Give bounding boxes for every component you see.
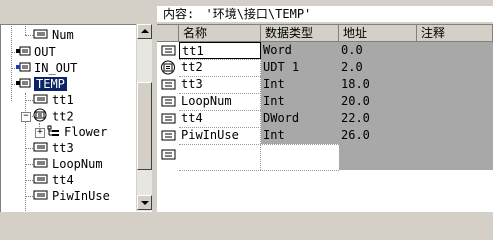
tree-item-tt2[interactable]: tt2 xyxy=(33,108,74,124)
tree-item-label: Num xyxy=(52,28,74,42)
cell-type[interactable]: UDT 1 xyxy=(261,59,339,76)
variable-icon xyxy=(157,76,179,93)
cell-name[interactable]: tt1 xyxy=(179,42,261,59)
tree-item-label: Flower xyxy=(64,125,108,139)
declaration-table[interactable]: 名称 数据类型 地址 注释 tt1 Word 0.0 tt2 UDT 1 2.0… xyxy=(157,24,493,212)
tree-item-num[interactable]: Num xyxy=(33,27,74,43)
cell-address: 26.0 xyxy=(341,128,370,142)
cell-type[interactable]: DWord xyxy=(261,110,339,127)
variable-icon xyxy=(157,110,179,127)
expand-toggle[interactable]: + xyxy=(35,128,45,138)
variable-icon xyxy=(33,173,49,189)
variable-icon xyxy=(157,42,179,59)
tree-item-tt4[interactable]: tt4 xyxy=(33,172,74,188)
scroll-down-button[interactable] xyxy=(137,195,152,210)
tree-item-label: tt1 xyxy=(52,93,74,107)
tree-vertical-scrollbar[interactable] xyxy=(136,24,153,211)
variable-icon xyxy=(157,93,179,110)
cell-name[interactable]: tt2 xyxy=(179,59,261,76)
temp-declaration-icon xyxy=(15,77,31,93)
table-gray-area xyxy=(339,144,493,170)
tree-item-flower[interactable]: Flower xyxy=(47,124,107,140)
tree-item-label: OUT xyxy=(34,45,56,59)
cell-address: 2.0 xyxy=(341,60,363,74)
new-row-icon xyxy=(157,146,179,163)
udt-struct-icon xyxy=(157,59,179,76)
tree-item-tt3[interactable]: tt3 xyxy=(33,140,74,156)
variable-icon xyxy=(33,93,49,109)
cell-type[interactable]: Int xyxy=(261,127,339,144)
interface-editor: Num OUT IN_OUT TEMP tt1 − tt2 + Flower t… xyxy=(0,0,493,214)
chevron-up-icon xyxy=(141,29,149,33)
row-header-corner xyxy=(157,25,179,42)
content-path: '环境\接口\TEMP' xyxy=(205,7,312,21)
content-label: 内容: xyxy=(163,7,195,21)
tree-item-label: LoopNum xyxy=(52,157,103,171)
tree-item-temp[interactable]: TEMP xyxy=(15,76,67,92)
cell-address: 0.0 xyxy=(341,43,363,57)
cell-address: 22.0 xyxy=(341,111,370,125)
tree-item-piwinuse[interactable]: PiwInUse xyxy=(33,188,110,204)
cell-name[interactable]: tt3 xyxy=(179,76,261,93)
tree-item-label: tt4 xyxy=(52,173,74,187)
tree-item-label-selected: TEMP xyxy=(34,77,67,91)
scroll-thumb[interactable] xyxy=(137,82,152,170)
tree-item-out[interactable]: OUT xyxy=(15,44,56,60)
variable-icon xyxy=(33,157,49,173)
tree-item-label: IN_OUT xyxy=(34,61,78,75)
cell-address: 18.0 xyxy=(341,77,370,91)
tree-item-label: tt3 xyxy=(52,141,74,155)
variable-icon xyxy=(33,28,49,44)
collapse-toggle[interactable]: − xyxy=(21,112,31,122)
variable-icon xyxy=(33,141,49,157)
cell-type[interactable]: Int xyxy=(261,93,339,110)
struct-icon xyxy=(47,125,61,141)
cell-name[interactable]: tt4 xyxy=(179,110,261,127)
scroll-up-button[interactable] xyxy=(137,24,152,39)
tree-item-tt1[interactable]: tt1 xyxy=(33,92,74,108)
cell-address: 20.0 xyxy=(341,94,370,108)
column-header-address[interactable]: 地址 xyxy=(339,25,417,42)
column-header-name[interactable]: 名称 xyxy=(179,25,261,42)
cell-type[interactable]: Word xyxy=(261,42,339,59)
cell-name[interactable]: LoopNum xyxy=(179,93,261,110)
content-path-bar: 内容: '环境\接口\TEMP' xyxy=(157,6,493,22)
cell-name[interactable]: PiwInUse xyxy=(179,127,261,144)
column-header-comment[interactable]: 注释 xyxy=(417,25,493,42)
variable-icon xyxy=(157,127,179,144)
column-header-type[interactable]: 数据类型 xyxy=(261,25,339,42)
tree-item-label: PiwInUse xyxy=(52,189,110,203)
output-declaration-icon xyxy=(15,45,31,61)
tree-item-loopnum[interactable]: LoopNum xyxy=(33,156,103,172)
in-out-declaration-icon xyxy=(15,61,31,77)
variable-icon xyxy=(33,189,49,205)
tree-item-label: tt2 xyxy=(52,109,74,124)
tree-item-in-out[interactable]: IN_OUT xyxy=(15,60,77,76)
interface-tree[interactable]: Num OUT IN_OUT TEMP tt1 − tt2 + Flower t… xyxy=(0,24,153,212)
cell-type[interactable]: Int xyxy=(261,76,339,93)
chevron-down-icon xyxy=(141,201,149,205)
